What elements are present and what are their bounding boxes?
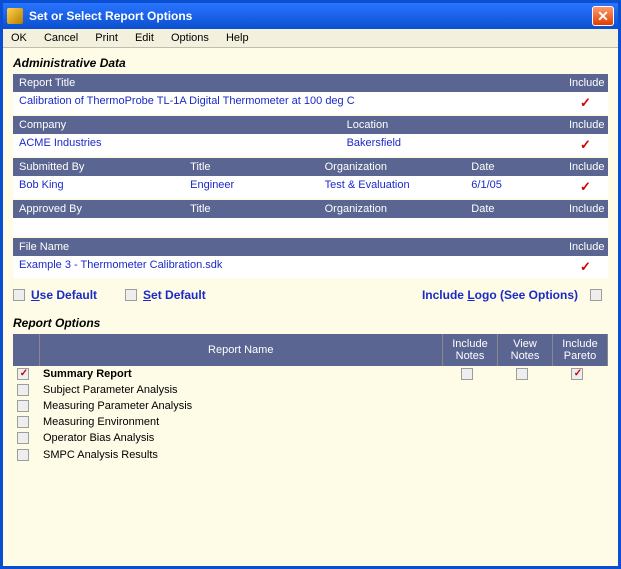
company-value-row: ACME Industries Bakersfield ✓ xyxy=(13,134,608,156)
header-company: Company xyxy=(13,116,341,134)
report-row-label: Measuring Environment xyxy=(39,414,443,430)
file-name-value[interactable]: Example 3 - Thermometer Calibration.sdk xyxy=(13,256,563,278)
col-select xyxy=(13,334,39,366)
menu-help[interactable]: Help xyxy=(226,32,249,44)
company-value[interactable]: ACME Industries xyxy=(13,134,341,156)
location-value[interactable]: Bakersfield xyxy=(341,134,563,156)
header-organization: Organization xyxy=(319,158,466,176)
header-title-2: Title xyxy=(184,200,318,218)
approved-value-row xyxy=(13,218,608,236)
header-organization-2: Organization xyxy=(319,200,466,218)
report-row[interactable]: Measuring Parameter Analysis xyxy=(13,398,608,414)
report-row[interactable]: Operator Bias Analysis xyxy=(13,430,608,446)
submitted-date-value[interactable]: 6/1/05 xyxy=(465,176,563,198)
report-options-table: Report Name Include Notes View Notes Inc… xyxy=(13,334,608,463)
header-include-5: Include xyxy=(563,238,608,256)
close-button[interactable]: ✕ xyxy=(592,6,614,26)
set-default-label[interactable]: Set Default xyxy=(143,288,206,302)
menu-edit[interactable]: Edit xyxy=(135,32,154,44)
submitted-title-value[interactable]: Engineer xyxy=(184,176,318,198)
col-include-pareto: Include Pareto xyxy=(553,334,608,366)
submitted-by-value[interactable]: Bob King xyxy=(13,176,184,198)
approved-title-value[interactable] xyxy=(184,218,318,236)
report-row-label: Subject Parameter Analysis xyxy=(39,382,443,398)
filename-value-row: Example 3 - Thermometer Calibration.sdk … xyxy=(13,256,608,278)
admin-section-title: Administrative Data xyxy=(13,56,608,70)
report-row[interactable]: Subject Parameter Analysis xyxy=(13,382,608,398)
menubar: OK Cancel Print Edit Options Help xyxy=(3,29,618,48)
inc-notes-checkbox[interactable] xyxy=(461,368,473,380)
report-row-label: SMPC Analysis Results xyxy=(39,446,443,462)
menu-ok[interactable]: OK xyxy=(11,32,27,44)
dialog-window: Set or Select Report Options ✕ OK Cancel… xyxy=(0,0,621,569)
approved-date-value[interactable] xyxy=(465,218,563,236)
view-notes-checkbox[interactable] xyxy=(516,368,528,380)
filename-header-row: File Name Include xyxy=(13,238,608,256)
approved-by-value[interactable] xyxy=(13,218,184,236)
submitted-org-value[interactable]: Test & Evaluation xyxy=(319,176,466,198)
report-row[interactable]: Measuring Environment xyxy=(13,414,608,430)
header-date: Date xyxy=(465,158,563,176)
include-logo-label[interactable]: Include Logo (See Options) xyxy=(422,288,578,302)
report-title-value[interactable]: Calibration of ThermoProbe TL-1A Digital… xyxy=(13,92,563,114)
filename-include-check[interactable]: ✓ xyxy=(563,256,608,278)
header-title: Title xyxy=(184,158,318,176)
set-default-checkbox[interactable] xyxy=(125,289,137,301)
report-row-select-checkbox[interactable] xyxy=(17,432,29,444)
header-location: Location xyxy=(341,116,563,134)
menu-options[interactable]: Options xyxy=(171,32,209,44)
report-row-select-checkbox[interactable] xyxy=(17,384,29,396)
report-row-select-checkbox[interactable] xyxy=(17,368,29,380)
col-report-name: Report Name xyxy=(39,334,443,366)
report-row-label: Operator Bias Analysis xyxy=(39,430,443,446)
approved-header-row: Approved By Title Organization Date Incl… xyxy=(13,200,608,218)
header-include-2: Include xyxy=(563,116,608,134)
approved-include-check[interactable] xyxy=(563,218,608,236)
company-include-check[interactable]: ✓ xyxy=(563,134,608,156)
header-file-name: File Name xyxy=(13,238,563,256)
approved-org-value[interactable] xyxy=(319,218,466,236)
report-row-select-checkbox[interactable] xyxy=(17,400,29,412)
report-options-section-title: Report Options xyxy=(13,316,608,330)
report-row[interactable]: Summary Report xyxy=(13,366,608,382)
report-row-label: Measuring Parameter Analysis xyxy=(39,398,443,414)
header-include-4: Include xyxy=(563,200,608,218)
options-row: Use Default Set Default Include Logo (Se… xyxy=(13,288,608,302)
col-view-notes: View Notes xyxy=(498,334,553,366)
report-title-value-row: Calibration of ThermoProbe TL-1A Digital… xyxy=(13,92,608,114)
report-table-header: Report Name Include Notes View Notes Inc… xyxy=(13,334,608,366)
report-row-label: Summary Report xyxy=(39,366,443,382)
menu-print[interactable]: Print xyxy=(95,32,118,44)
window-title: Set or Select Report Options xyxy=(29,9,592,23)
col-include-notes: Include Notes xyxy=(443,334,498,366)
include-logo-checkbox[interactable] xyxy=(590,289,602,301)
company-header-row: Company Location Include xyxy=(13,116,608,134)
header-report-title: Report Title xyxy=(13,74,563,92)
inc-pareto-checkbox[interactable] xyxy=(571,368,583,380)
header-submitted-by: Submitted By xyxy=(13,158,184,176)
header-include-3: Include xyxy=(563,158,608,176)
report-title-include-check[interactable]: ✓ xyxy=(563,92,608,114)
header-date-2: Date xyxy=(465,200,563,218)
menu-cancel[interactable]: Cancel xyxy=(44,32,78,44)
titlebar: Set or Select Report Options ✕ xyxy=(3,3,618,29)
report-row-select-checkbox[interactable] xyxy=(17,416,29,428)
header-approved-by: Approved By xyxy=(13,200,184,218)
use-default-label[interactable]: Use Default xyxy=(31,288,97,302)
header-include: Include xyxy=(563,74,608,92)
submitted-value-row: Bob King Engineer Test & Evaluation 6/1/… xyxy=(13,176,608,198)
use-default-checkbox[interactable] xyxy=(13,289,25,301)
report-title-header-row: Report Title Include xyxy=(13,74,608,92)
submitted-header-row: Submitted By Title Organization Date Inc… xyxy=(13,158,608,176)
submitted-include-check[interactable]: ✓ xyxy=(563,176,608,198)
content-area: Administrative Data Report Title Include… xyxy=(3,48,618,566)
report-row-select-checkbox[interactable] xyxy=(17,449,29,461)
report-row[interactable]: SMPC Analysis Results xyxy=(13,446,608,462)
app-icon xyxy=(7,8,23,24)
